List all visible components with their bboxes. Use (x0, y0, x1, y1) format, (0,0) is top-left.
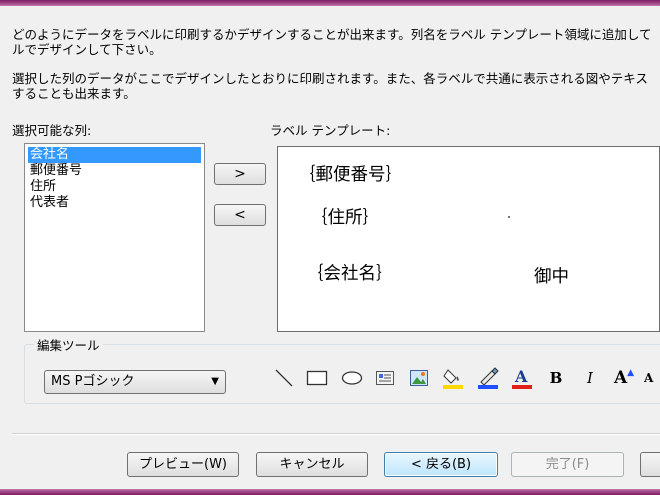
template-field-postal[interactable]: ｛郵便番号｝ (298, 161, 403, 186)
image-tool-icon[interactable] (407, 366, 431, 390)
font-select[interactable]: MS Pゴシック ▼ (44, 370, 226, 394)
bold-icon[interactable]: B (544, 366, 568, 390)
svg-text:A: A (514, 367, 528, 386)
fill-color-icon[interactable] (441, 366, 465, 390)
description-line-3: 選択した列のデータがここでデザインしたとおりに印刷されます。また、各ラベルで共通… (12, 71, 648, 86)
available-columns-label: 選択可能な列: (12, 123, 92, 138)
column-item-company[interactable]: 会社名 (28, 147, 201, 163)
window-frame-top (0, 0, 660, 6)
description-line-1: どのようにデータをラベルに印刷するかデザインすることが出来ます。列名をラベル テ… (12, 27, 652, 42)
rectangle-tool-icon[interactable] (305, 366, 329, 390)
description-line-4: することも出来ます。 (12, 86, 136, 101)
grow-arrow-icon: ▲ (627, 368, 635, 378)
column-item-address[interactable]: 住所 (28, 179, 201, 195)
text-cursor-mark (508, 216, 510, 218)
footer-separator (12, 433, 660, 435)
finish-button[interactable]: 完了(F) (511, 452, 624, 477)
next-button[interactable] (640, 452, 660, 477)
description-line-2: ルでデザインして下さい。 (12, 42, 162, 57)
available-columns-list[interactable]: 会社名 郵便番号 住所 代表者 (24, 143, 205, 332)
label-template-label: ラベル テンプレート: (270, 123, 391, 138)
window-frame-bottom (0, 489, 660, 495)
line-color-icon[interactable] (476, 366, 500, 390)
back-button[interactable]: < 戻る(B) (384, 452, 498, 477)
italic-icon[interactable]: I (578, 366, 602, 390)
column-item-postal[interactable]: 郵便番号 (28, 163, 201, 179)
add-column-button[interactable]: > (214, 163, 266, 185)
chevron-down-icon: ▼ (211, 376, 219, 387)
preview-button[interactable]: プレビュー(W) (127, 452, 239, 477)
shrink-font-icon[interactable]: A (644, 366, 660, 390)
font-color-icon[interactable]: A (510, 366, 534, 390)
remove-column-button[interactable]: < (214, 204, 266, 226)
line-tool-icon[interactable] (272, 366, 296, 390)
column-item-representative[interactable]: 代表者 (28, 195, 201, 211)
template-text-honorific[interactable]: 御中 (534, 263, 569, 288)
font-select-value: MS Pゴシック (51, 374, 135, 389)
template-field-company[interactable]: ｛会社名｝ (306, 260, 394, 285)
edit-tools-label: 編集ツール (34, 335, 103, 354)
grow-font-glyph: A (613, 368, 628, 388)
ellipse-tool-icon[interactable] (340, 366, 364, 390)
label-template-area[interactable]: ｛郵便番号｝ ｛住所｝ ｛会社名｝ 御中 (277, 146, 660, 332)
template-field-address[interactable]: ｛住所｝ (310, 204, 380, 229)
grow-font-icon[interactable]: A ▲ (612, 366, 636, 390)
textbox-tool-icon[interactable] (373, 366, 397, 390)
cancel-button[interactable]: キャンセル (256, 452, 368, 477)
